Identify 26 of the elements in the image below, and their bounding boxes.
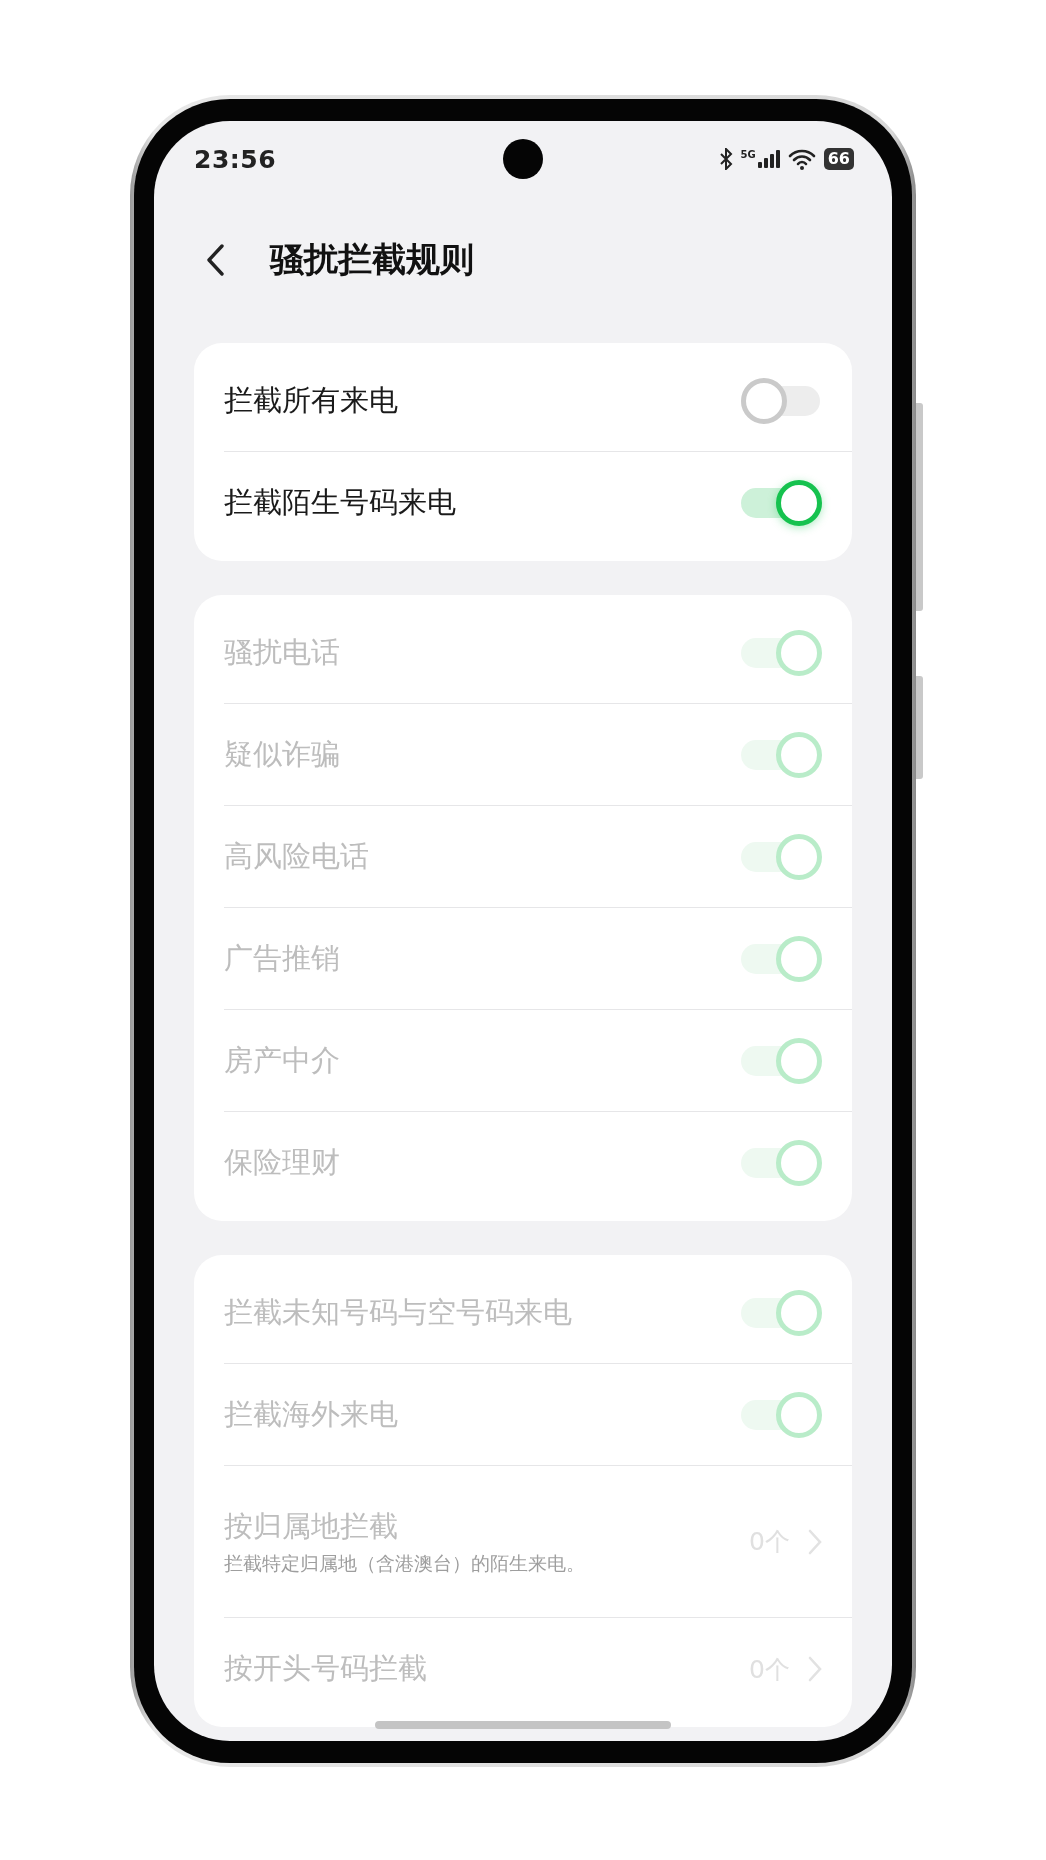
setting-label: 保险理财 — [224, 1144, 341, 1181]
setting-label: 疑似诈骗 — [224, 735, 341, 773]
page-title: 骚扰拦截规则 — [270, 238, 474, 281]
camera-hole — [503, 139, 543, 179]
chevron-right-icon — [808, 1656, 822, 1682]
setting-label: 拦截所有来电 — [224, 381, 399, 419]
toggle-switch[interactable] — [741, 377, 822, 424]
setting-label: 房产中介 — [224, 1041, 341, 1079]
home-indicator[interactable] — [375, 1721, 671, 1729]
network-type: 5G — [740, 150, 756, 160]
wifi-icon — [787, 148, 816, 170]
chevron-right-icon — [808, 1528, 822, 1555]
setting-label: 拦截海外来电 — [224, 1395, 399, 1433]
toggle-switch[interactable] — [741, 480, 822, 526]
setting-label: 按归属地拦截 — [224, 1507, 399, 1545]
setting-label: 骚扰电话 — [224, 633, 341, 671]
setting-label: 拦截陌生号码来电 — [224, 484, 457, 521]
setting-label: 拦截未知号码与空号码来电 — [224, 1293, 573, 1331]
setting-description: 拦截特定归属地（含港澳台）的陌生来电。 — [224, 1550, 586, 1576]
setting-label: 高风险电话 — [224, 837, 370, 875]
setting-label: 按开头号码拦截 — [224, 1650, 428, 1687]
setting-label: 广告推销 — [224, 939, 341, 977]
signal-icon — [757, 150, 780, 168]
status-time: 23:56 — [194, 144, 277, 174]
bluetooth-icon — [718, 148, 733, 170]
battery-level: 66 — [823, 148, 854, 170]
